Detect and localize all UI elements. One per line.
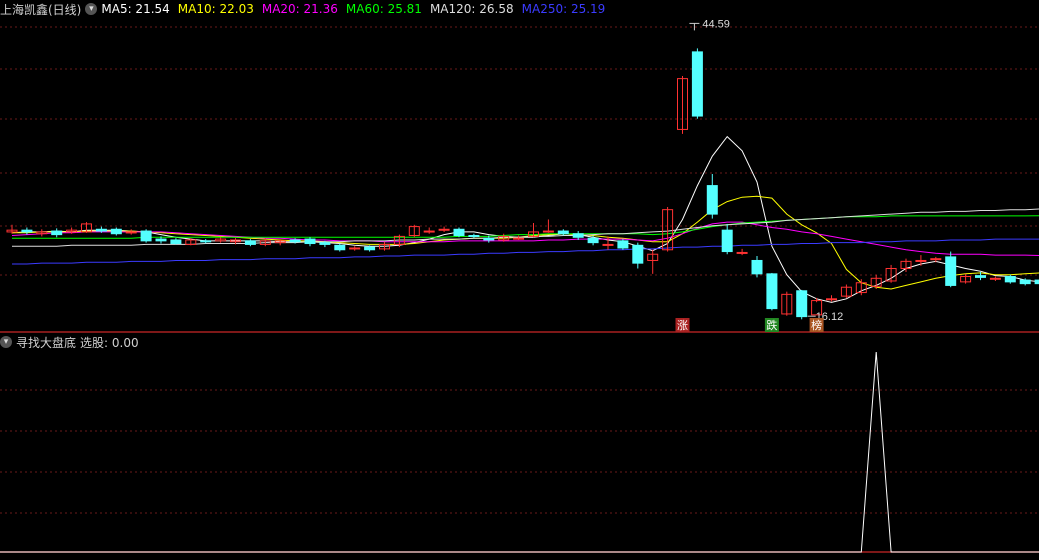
candle-down [319, 242, 331, 245]
candle-down [200, 240, 212, 243]
candle-down [453, 228, 465, 237]
candle-down [721, 229, 733, 253]
candle-up [915, 259, 927, 262]
candle-down [557, 230, 569, 235]
high-price-label: 44.59 [702, 18, 730, 30]
ma-legend-label: MA250: 25.19 [521, 2, 606, 16]
candle-down [170, 239, 182, 245]
candle-down [572, 233, 584, 238]
candle-down [468, 235, 480, 238]
candle-down [1034, 279, 1039, 285]
candle-down [796, 290, 808, 318]
stock-chart: 44.59 16.12 涨跌榜 上海凯鑫(日线) ▾ MA5: 21.54 MA10:… [0, 0, 1039, 556]
candle-down [706, 185, 718, 215]
candle-down [140, 230, 152, 242]
candle-down [95, 228, 107, 232]
ma-line-ma60 [12, 215, 1039, 239]
candle-down [21, 229, 33, 233]
ma-line-ma5 [11, 135, 1039, 303]
candle-down [334, 244, 346, 251]
candle-down [244, 240, 256, 245]
candle-down [617, 240, 629, 249]
indicator-value: 选股: 0.00 [80, 335, 139, 350]
candle-down [304, 238, 316, 245]
candle-up [125, 231, 137, 234]
event-marker-text: 跌 [766, 318, 777, 332]
candle-down [766, 273, 778, 310]
candle-down [587, 237, 599, 244]
candle-down [1019, 279, 1031, 285]
ma-line-ma250 [12, 238, 1039, 265]
ma-legend-label: MA10: 22.03 [177, 2, 254, 16]
event-marker-text: 涨 [677, 319, 688, 332]
event-marker-text: 榜 [811, 318, 822, 332]
indicator-toggle-icon[interactable]: ▾ [85, 3, 98, 15]
chart-canvas: 44.5916.12涨跌榜 [0, 18, 1039, 553]
candle-down [1004, 276, 1016, 283]
candle-up [736, 251, 748, 254]
signal-line [0, 351, 1039, 553]
ma-legend-label: MA20: 21.36 [261, 2, 338, 16]
candle-down [110, 228, 122, 235]
candle-up [989, 277, 1001, 280]
ma-legend-label: MA5: 21.54 [101, 2, 170, 16]
main-panel-header: 上海凯鑫(日线) ▾ MA5: 21.54 MA10: 22.03 MA20: 21… [0, 0, 613, 18]
sub-panel-header: ▾ 寻找大盘底 选股: 0.00 [0, 333, 143, 351]
candle-down [289, 239, 301, 243]
candle-down [483, 237, 495, 241]
candle-down [751, 259, 763, 275]
candle-down [155, 238, 167, 242]
candle-up [826, 298, 837, 301]
candle-down [975, 275, 986, 278]
ma-legend-label: MA60: 25.81 [345, 2, 422, 16]
candle-up [542, 230, 554, 233]
candle-up [513, 237, 525, 240]
candle-up [349, 247, 361, 250]
ma-legend-label: MA120: 26.58 [429, 2, 514, 16]
candle-up [423, 230, 435, 233]
candle-down [364, 246, 376, 251]
candle-down [632, 244, 644, 264]
indicator-title: 寻找大盘底 [16, 335, 77, 350]
indicator-toggle-icon[interactable]: ▾ [0, 336, 12, 348]
candle-down [945, 256, 957, 286]
candle-up [930, 258, 942, 261]
candle-down [51, 230, 63, 236]
candle-up [438, 228, 450, 231]
candle-down [691, 51, 703, 117]
stock-title: 上海凯鑫(日线) [0, 2, 82, 17]
candle-up [602, 243, 614, 246]
